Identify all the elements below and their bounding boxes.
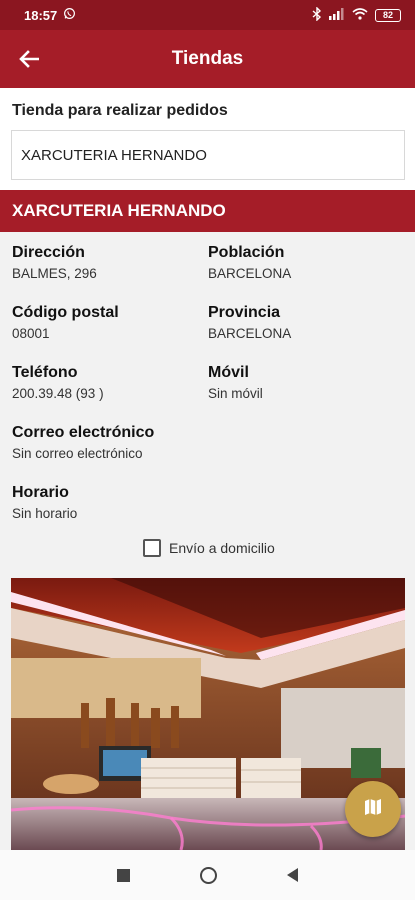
field-provincia: Provincia BARCELONA [208, 304, 291, 341]
field-direccion: Dirección BALMES, 296 [12, 244, 97, 281]
delivery-checkbox[interactable] [143, 539, 161, 557]
store-name-header: XARCUTERIA HERNANDO [0, 190, 415, 232]
field-label: Provincia [208, 304, 281, 321]
field-poblacion: Población BARCELONA [208, 244, 291, 281]
field-value: Sin móvil [208, 386, 263, 401]
field-label: Móvil [208, 364, 249, 381]
store-details: Dirección BALMES, 296 Población BARCELON… [0, 232, 415, 582]
field-telefono: Teléfono 200.39.48 (93 ) [12, 364, 104, 401]
field-label: Teléfono [12, 364, 78, 381]
delivery-option[interactable]: Envío a domicilio [143, 539, 275, 557]
delivery-label: Envío a domicilio [169, 540, 275, 556]
recents-icon[interactable] [117, 868, 130, 882]
field-label: Correo electrónico [12, 424, 155, 441]
status-bar: 18:57 82 [0, 0, 415, 30]
map-icon [363, 797, 383, 822]
field-value: BARCELONA [208, 326, 292, 341]
field-horario: Horario Sin horario [12, 484, 77, 521]
status-time: 18:57 [24, 7, 58, 23]
field-value: BARCELONA [208, 266, 292, 281]
store-selector-dropdown[interactable]: XARCUTERIA HERNANDO [11, 130, 405, 180]
whatsapp-icon [63, 7, 76, 23]
signal-icon [329, 7, 345, 23]
battery-icon: 82 [375, 8, 401, 22]
arrow-left-icon[interactable] [14, 44, 44, 74]
back-nav-icon[interactable] [287, 868, 298, 882]
field-label: Horario [12, 484, 69, 501]
system-nav-bar [0, 850, 415, 900]
page-title: Tiendas [171, 48, 244, 69]
map-button[interactable] [345, 781, 401, 837]
home-icon[interactable] [200, 866, 217, 884]
field-value: Sin correo electrónico [12, 446, 143, 461]
field-movil: Móvil Sin móvil [208, 364, 263, 401]
bluetooth-icon [312, 5, 322, 24]
field-label: Dirección [12, 244, 85, 261]
field-value: Sin horario [12, 506, 78, 521]
wifi-icon [352, 7, 368, 23]
field-label: Código postal [12, 304, 119, 321]
field-value: BALMES, 296 [12, 266, 97, 281]
app-bar: Tiendas [0, 30, 415, 88]
field-codigo-postal: Código postal 08001 [12, 304, 119, 341]
store-selector-section: Tienda para realizar pedidos XARCUTERIA … [0, 88, 415, 190]
field-value: 08001 [12, 326, 50, 341]
store-selector-label: Tienda para realizar pedidos [12, 102, 228, 119]
field-correo: Correo electrónico Sin correo electrónic… [12, 424, 154, 461]
phone-value[interactable]: 200.39.48 (93 ) [12, 386, 104, 401]
field-label: Población [208, 244, 285, 261]
